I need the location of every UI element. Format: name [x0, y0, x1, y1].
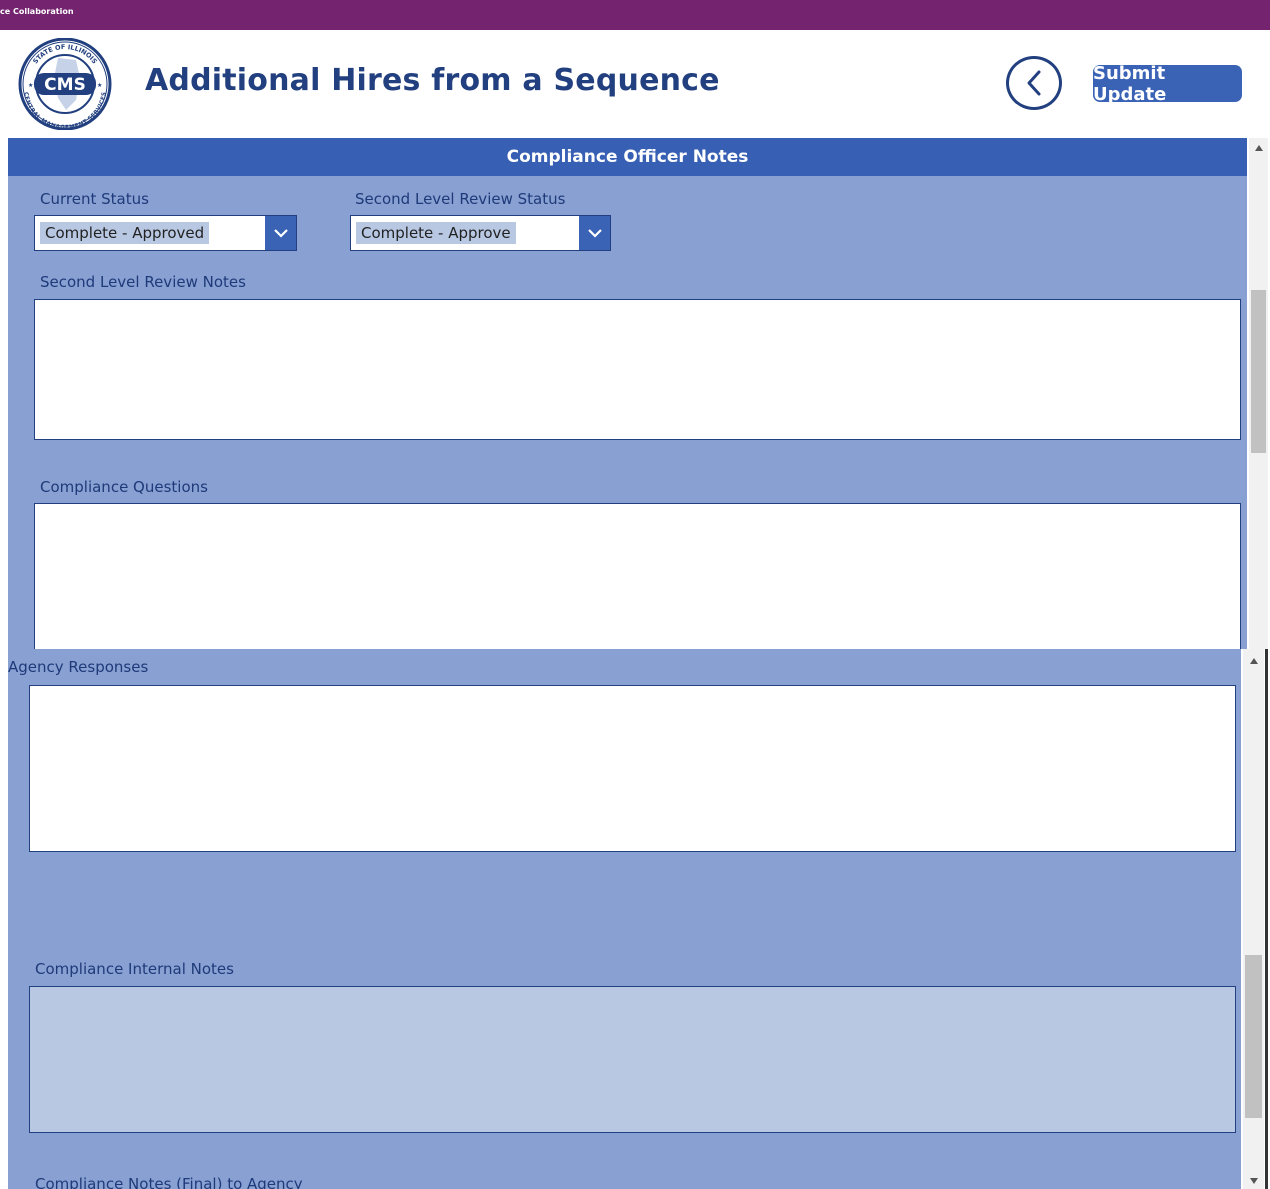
current-status-label: Current Status — [40, 190, 149, 208]
compliance-questions-label: Compliance Questions — [40, 478, 208, 496]
logo-text: CMS — [44, 75, 86, 95]
app-title: ce Collaboration — [0, 7, 74, 16]
lower-scrollbar[interactable] — [1243, 649, 1264, 1189]
internal-notes-label: Compliance Internal Notes — [35, 960, 234, 978]
submit-update-button[interactable]: Submit Update — [1093, 63, 1242, 105]
upper-scroll-thumb[interactable] — [1251, 290, 1266, 453]
lower-scroll-thumb[interactable] — [1245, 955, 1262, 1118]
agency-responses-textarea[interactable] — [29, 685, 1236, 852]
scroll-down-arrow-icon[interactable] — [1243, 1173, 1264, 1189]
top-app-bar: ce Collaboration — [0, 0, 1270, 30]
chevron-left-icon — [1027, 70, 1041, 96]
page-title: Additional Hires from a Sequence — [145, 63, 720, 98]
chevron-down-icon[interactable] — [579, 216, 610, 250]
panel-header: Compliance Officer Notes — [8, 138, 1247, 176]
agency-responses-label: Agency Responses — [8, 658, 149, 676]
second-level-status-value: Complete - Approve — [356, 222, 516, 244]
panel-edge-divider — [1265, 649, 1268, 1189]
current-status-value: Complete - Approved — [40, 222, 210, 244]
cms-logo: STATE OF ILLINOIS CENTRAL MANAGEMENT SER… — [18, 38, 112, 130]
back-button[interactable] — [1006, 56, 1062, 110]
chevron-down-icon[interactable] — [265, 216, 296, 250]
second-level-status-label: Second Level Review Status — [355, 190, 566, 208]
agency-responses-panel: Agency Responses Compliance Internal Not… — [8, 649, 1241, 1189]
internal-notes-textarea — [29, 986, 1236, 1133]
scroll-up-arrow-icon[interactable] — [1249, 140, 1268, 156]
second-level-notes-label: Second Level Review Notes — [40, 273, 246, 291]
compliance-officer-notes-panel: Compliance Officer Notes Current Status … — [8, 138, 1247, 649]
compliance-questions-textarea[interactable] — [34, 503, 1241, 649]
svg-text:★: ★ — [28, 82, 33, 89]
scroll-up-arrow-icon[interactable] — [1243, 653, 1264, 669]
upper-scrollbar[interactable] — [1249, 138, 1268, 649]
second-level-notes-textarea[interactable] — [34, 299, 1241, 440]
final-notes-label: Compliance Notes (Final) to Agency — [35, 1175, 303, 1189]
current-status-dropdown[interactable]: Complete - Approved — [34, 215, 297, 251]
svg-text:★: ★ — [97, 82, 102, 89]
second-level-status-dropdown[interactable]: Complete - Approve — [350, 215, 611, 251]
